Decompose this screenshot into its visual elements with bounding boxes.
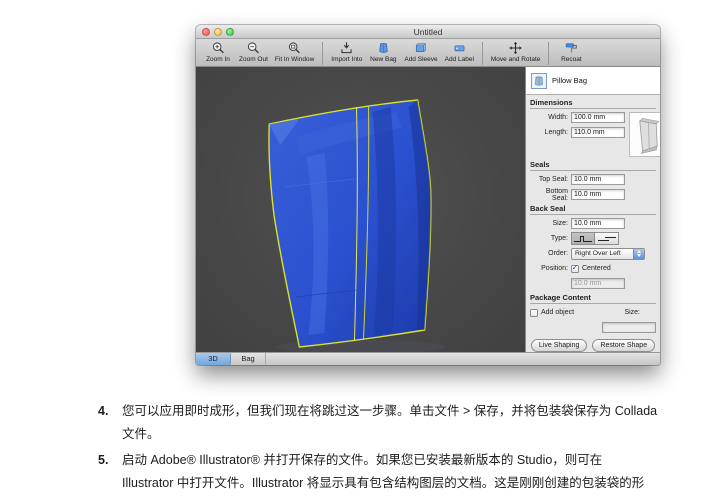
import-into-label: Import Into	[331, 56, 362, 63]
instruction-step-4: 4. 您可以应用即时成形，但我们现在将跳过这一步骤。单击文件 > 保存，并将包装…	[98, 400, 719, 446]
zoom-window-button[interactable]	[226, 28, 234, 36]
view-tabbar: 3D Bag	[196, 352, 660, 365]
restore-shape-button[interactable]: Restore Shape	[592, 339, 655, 352]
back-seal-offset-input	[571, 278, 625, 289]
add-sleeve-button[interactable]: Add Sleeve	[404, 41, 437, 63]
dropdown-arrows-icon	[633, 249, 644, 259]
dimensions-header: Dimensions	[530, 98, 656, 109]
instruction-step-5: 5. 启动 Adobe® Illustrator® 并打开保存的文件。如果您已安…	[98, 449, 719, 495]
move-rotate-icon	[508, 41, 523, 55]
viewport-3d[interactable]	[196, 67, 525, 352]
new-bag-icon	[376, 41, 391, 55]
part-item-pillow-bag[interactable]: Pillow Bag	[531, 73, 587, 89]
seal-type-fin-button[interactable]	[571, 232, 595, 245]
window-title: Untitled	[196, 27, 660, 37]
move-and-rotate-button[interactable]: Move and Rotate	[491, 41, 541, 63]
zoom-out-icon	[246, 41, 261, 55]
minimize-button[interactable]	[214, 28, 222, 36]
tab-bag[interactable]: Bag	[231, 353, 266, 365]
fit-in-window-label: Fit In Window	[275, 56, 314, 63]
traffic-lights	[202, 28, 234, 36]
step-text: 启动 Adobe® Illustrator® 并打开保存的文件。如果您已安装最新…	[122, 449, 644, 472]
add-sleeve-icon	[413, 41, 428, 55]
properties-panel: Pillow Bag Dimensions Width: Length:	[525, 67, 660, 352]
recoat-button[interactable]: Recoat	[557, 41, 585, 63]
top-seal-label: Top Seal:	[530, 176, 568, 183]
live-shaping-button[interactable]: Live Shaping	[531, 339, 587, 352]
recoat-label: Recoat	[561, 56, 582, 63]
toolbar-separator	[548, 42, 549, 65]
zoom-out-label: Zoom Out	[239, 56, 268, 63]
back-seal-size-input[interactable]	[571, 218, 625, 229]
width-input[interactable]	[571, 112, 625, 123]
import-into-icon	[339, 41, 354, 55]
step-number: 5.	[98, 449, 122, 495]
order-value: Right Over Left	[572, 250, 633, 257]
zoom-in-icon	[211, 41, 226, 55]
top-seal-input[interactable]	[571, 174, 625, 185]
zoom-out-button[interactable]: Zoom Out	[239, 41, 268, 63]
panel-buttons: Live Shaping Restore Shape	[526, 339, 660, 352]
window-content: Pillow Bag Dimensions Width: Length:	[196, 67, 660, 352]
package-content-header: Package Content	[530, 293, 656, 304]
fit-in-window-button[interactable]: Fit In Window	[275, 41, 314, 63]
dimensions-section: Width: Length:	[526, 109, 660, 157]
zoom-in-button[interactable]: Zoom In	[204, 41, 232, 63]
length-label: Length:	[530, 129, 568, 136]
add-object-label: Add object	[541, 309, 574, 316]
back-seal-header: Back Seal	[530, 204, 656, 215]
step-text: 文件。	[122, 423, 657, 446]
seal-type-segment	[571, 232, 619, 245]
tab-3d[interactable]: 3D	[196, 353, 231, 365]
fit-window-icon	[287, 41, 302, 55]
import-into-button[interactable]: Import Into	[331, 41, 362, 63]
step-text: 您可以应用即时成形，但我们现在将跳过这一步骤。单击文件 > 保存，并将包装袋保存…	[122, 400, 657, 423]
new-bag-label: New Bag	[370, 56, 396, 63]
position-label: Position:	[530, 265, 568, 272]
length-input[interactable]	[571, 127, 625, 138]
parts-list: Pillow Bag	[526, 67, 660, 95]
pillow-bag-icon	[531, 73, 547, 89]
lap-seal-icon	[597, 233, 617, 244]
step-number: 4.	[98, 400, 122, 446]
centered-label: Centered	[582, 265, 611, 272]
bag-preview-thumbnail	[629, 112, 660, 157]
step-text: Illustrator 中打开文件。Illustrator 将显示具有包含结构图…	[122, 472, 644, 495]
add-label-icon	[452, 41, 467, 55]
bottom-seal-label: Bottom Seal:	[530, 188, 568, 202]
add-sleeve-label: Add Sleeve	[404, 56, 437, 63]
back-seal-size-label: Size:	[530, 220, 568, 227]
toolbar-separator	[322, 42, 323, 65]
seals-header: Seals	[530, 160, 656, 171]
seal-type-label: Type:	[530, 235, 568, 242]
add-object-checkbox[interactable]	[530, 309, 538, 317]
close-button[interactable]	[202, 28, 210, 36]
move-and-rotate-label: Move and Rotate	[491, 56, 541, 63]
new-bag-button[interactable]: New Bag	[369, 41, 397, 63]
window-titlebar[interactable]: Untitled	[196, 25, 660, 39]
add-label-button[interactable]: Add Label	[445, 41, 474, 63]
bottom-seal-input[interactable]	[571, 189, 625, 200]
seal-type-lap-button[interactable]	[595, 232, 619, 245]
toolbar-separator	[482, 42, 483, 65]
fin-seal-icon	[573, 233, 593, 244]
recoat-icon	[564, 41, 579, 55]
content-size-input	[602, 322, 656, 333]
content-size-label: Size:	[624, 309, 640, 316]
pillow-bag-3d-model[interactable]	[196, 67, 525, 352]
centered-checkbox[interactable]	[571, 265, 579, 273]
order-dropdown[interactable]: Right Over Left	[571, 248, 645, 260]
part-label: Pillow Bag	[552, 76, 587, 85]
width-label: Width:	[530, 114, 568, 121]
toolbar: Zoom In Zoom Out Fit In Window Import In…	[196, 39, 660, 67]
zoom-in-label: Zoom In	[206, 56, 230, 63]
instructions: 4. 您可以应用即时成形，但我们现在将跳过这一步骤。单击文件 > 保存，并将包装…	[98, 400, 719, 498]
add-label-label: Add Label	[445, 56, 474, 63]
app-window: Untitled Zoom In Zoom Out Fit In Window …	[196, 25, 660, 365]
order-label: Order:	[530, 250, 568, 257]
